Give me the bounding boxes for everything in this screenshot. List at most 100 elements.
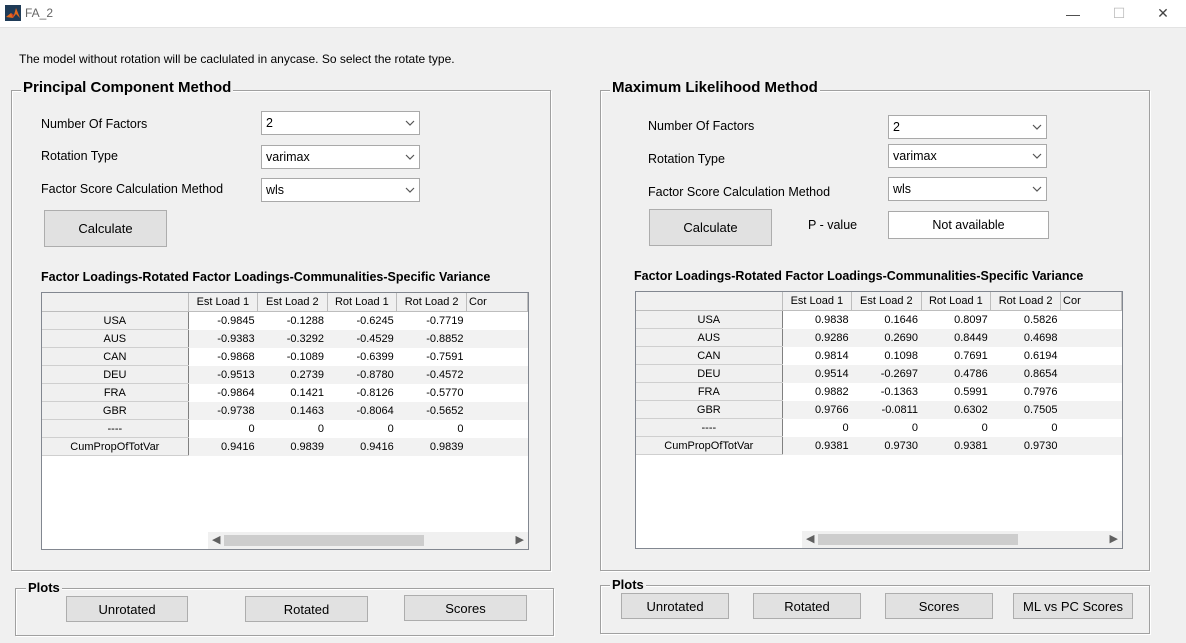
table-cell[interactable] <box>1060 436 1122 455</box>
table-cell[interactable]: -0.1363 <box>852 383 921 401</box>
table-cell[interactable]: 0.9286 <box>782 328 852 347</box>
table-cell[interactable]: -0.4529 <box>327 329 397 348</box>
table-cell[interactable]: 0.4786 <box>921 364 991 383</box>
table-cell[interactable]: 0.6302 <box>921 400 991 419</box>
table-cell[interactable] <box>467 384 528 402</box>
table-cell[interactable]: 0.1098 <box>852 347 921 365</box>
table-cell[interactable]: 0.2690 <box>851 328 922 347</box>
table-cell[interactable] <box>466 329 528 348</box>
table-cell[interactable] <box>466 401 528 420</box>
scrollbar-thumb[interactable] <box>818 534 1018 545</box>
column-header[interactable]: Est Load 1 <box>188 293 259 312</box>
table-cell[interactable]: 0 <box>782 419 851 437</box>
table-cell[interactable]: 0 <box>852 419 921 437</box>
table-cell[interactable]: 0.1421 <box>258 384 327 402</box>
chevron-left-icon[interactable]: ◀ <box>806 532 814 545</box>
table-cell[interactable]: -0.9513 <box>188 365 258 384</box>
table-cell[interactable]: 0.4698 <box>990 328 1061 347</box>
ml-rotated-button[interactable]: Rotated <box>753 593 861 619</box>
table-cell[interactable]: 0.9766 <box>782 400 852 419</box>
column-header[interactable]: Rot Load 1 <box>327 293 398 312</box>
column-header[interactable]: Est Load 1 <box>782 292 853 311</box>
table-cell[interactable]: 0.9416 <box>188 437 258 456</box>
table-cell[interactable] <box>1060 364 1122 383</box>
table-cell[interactable]: -0.7591 <box>397 348 467 366</box>
table-cell[interactable]: 0.5991 <box>921 383 991 401</box>
column-header[interactable]: Rot Load 1 <box>921 292 992 311</box>
table-cell[interactable]: -0.4572 <box>396 365 467 384</box>
table-cell[interactable]: -0.8064 <box>327 401 397 420</box>
table-cell[interactable]: 0 <box>188 420 257 438</box>
table-cell[interactable]: -0.7719 <box>397 312 467 330</box>
table-cell[interactable] <box>1060 400 1122 419</box>
table-cell[interactable]: -0.9383 <box>188 329 258 348</box>
table-cell[interactable] <box>1061 419 1122 437</box>
chevron-right-icon[interactable]: ▶ <box>1110 532 1118 545</box>
table-cell[interactable] <box>1060 328 1122 347</box>
pc-calculate-button[interactable]: Calculate <box>44 210 167 247</box>
table-cell[interactable]: 0.9730 <box>851 436 922 455</box>
table-cell[interactable] <box>1061 383 1122 401</box>
table-cell[interactable]: 0.5826 <box>991 311 1061 329</box>
ml-scores-button[interactable]: Scores <box>885 593 993 619</box>
table-cell[interactable]: 0.9730 <box>990 436 1061 455</box>
column-header[interactable]: Cor <box>1060 292 1122 311</box>
table-cell[interactable] <box>466 437 528 456</box>
table-cell[interactable]: 0 <box>991 419 1061 437</box>
table-cell[interactable]: 0 <box>258 420 327 438</box>
minimize-button[interactable]: — <box>1050 0 1096 27</box>
table-cell[interactable]: -0.0811 <box>851 400 922 419</box>
table-cell[interactable]: -0.8780 <box>327 365 397 384</box>
ml-loadings-table[interactable]: Est Load 1 Est Load 2 Rot Load 1 Rot Loa… <box>635 291 1123 549</box>
ml-score-select[interactable]: wls <box>888 177 1047 201</box>
table-cell[interactable]: -0.9864 <box>188 384 257 402</box>
table-cell[interactable]: 0.7691 <box>921 347 991 365</box>
ml-factors-select[interactable]: 2 <box>888 115 1047 139</box>
table-cell[interactable] <box>466 365 528 384</box>
table-cell[interactable]: 0 <box>327 420 397 438</box>
table-cell[interactable]: 0.8097 <box>921 311 991 329</box>
column-header[interactable]: Rot Load 2 <box>990 292 1062 311</box>
table-cell[interactable] <box>1061 311 1122 329</box>
pc-rotated-button[interactable]: Rotated <box>245 596 368 622</box>
table-cell[interactable]: -0.5652 <box>396 401 467 420</box>
table-cell[interactable]: 0.9381 <box>782 436 852 455</box>
pc-factors-select[interactable]: 2 <box>261 111 420 135</box>
table-cell[interactable]: -0.2697 <box>851 364 922 383</box>
table-cell[interactable]: -0.3292 <box>257 329 328 348</box>
pc-rotation-select[interactable]: varimax <box>261 145 420 169</box>
pc-scores-button[interactable]: Scores <box>404 595 527 621</box>
table-cell[interactable]: -0.6245 <box>327 312 397 330</box>
table-cell[interactable]: 0.9416 <box>327 437 397 456</box>
table-cell[interactable] <box>467 348 528 366</box>
table-cell[interactable] <box>467 312 528 330</box>
ml-calculate-button[interactable]: Calculate <box>649 209 772 246</box>
table-cell[interactable]: 0.1646 <box>852 311 921 329</box>
pc-loadings-table[interactable]: Est Load 1 Est Load 2 Rot Load 1 Rot Loa… <box>41 292 529 550</box>
table-cell[interactable]: -0.9845 <box>188 312 257 330</box>
table-cell[interactable]: 0.9381 <box>921 436 991 455</box>
table-cell[interactable]: 0.1463 <box>257 401 328 420</box>
table-cell[interactable]: -0.9868 <box>188 348 257 366</box>
table-cell[interactable]: -0.9738 <box>188 401 258 420</box>
table-cell[interactable]: -0.5770 <box>397 384 467 402</box>
chevron-right-icon[interactable]: ▶ <box>516 533 524 546</box>
pc-unrotated-button[interactable]: Unrotated <box>66 596 188 622</box>
table-cell[interactable]: 0.9814 <box>782 347 851 365</box>
pc-score-select[interactable]: wls <box>261 178 420 202</box>
ml-unrotated-button[interactable]: Unrotated <box>621 593 729 619</box>
table-cell[interactable]: 0.9838 <box>782 311 851 329</box>
close-button[interactable]: ✕ <box>1140 0 1186 27</box>
table-cell[interactable]: 0.6194 <box>991 347 1061 365</box>
ml-rotation-select[interactable]: varimax <box>888 144 1047 168</box>
table-cell[interactable]: -0.1288 <box>258 312 327 330</box>
table-cell[interactable]: -0.6399 <box>327 348 397 366</box>
table-cell[interactable]: 0 <box>921 419 991 437</box>
ml-vs-pc-scores-button[interactable]: ML vs PC Scores <box>1013 593 1133 619</box>
table-cell[interactable] <box>467 420 528 438</box>
column-header[interactable]: Est Load 2 <box>257 293 328 312</box>
pc-horizontal-scrollbar[interactable]: ◀ ▶ <box>208 532 528 549</box>
table-cell[interactable]: 0.9882 <box>782 383 851 401</box>
maximize-button[interactable]: ☐ <box>1096 0 1142 27</box>
table-cell[interactable]: 0.9839 <box>396 437 467 456</box>
